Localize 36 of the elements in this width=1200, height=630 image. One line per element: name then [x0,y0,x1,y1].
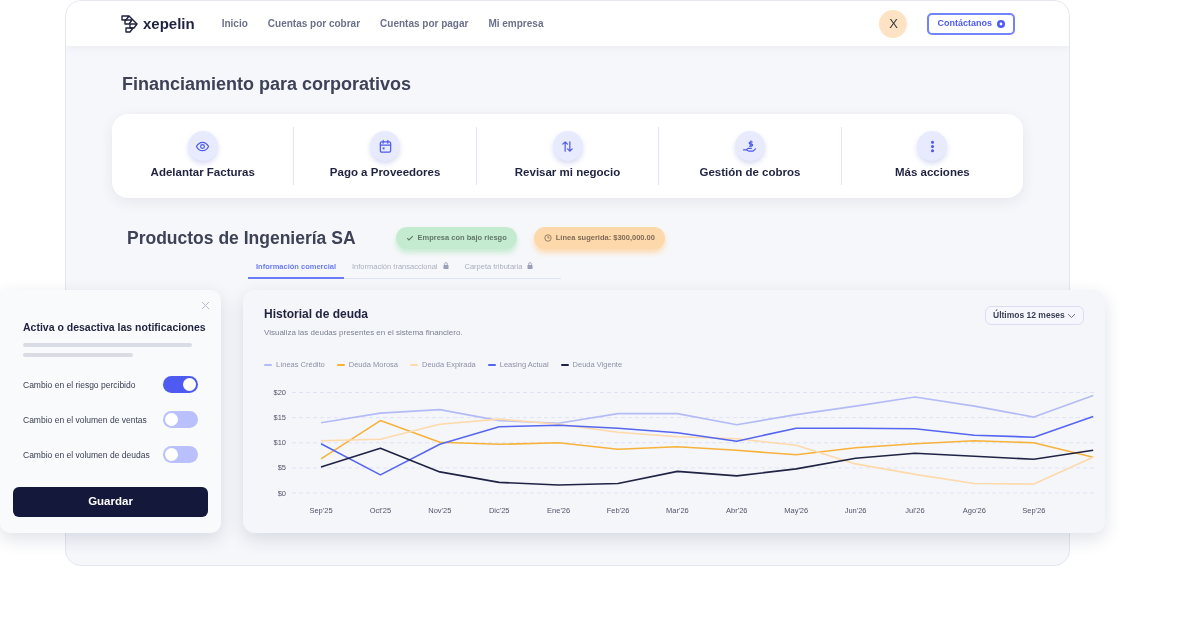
chevron-down-icon [1067,312,1076,319]
card-title: Historial de deuda [264,306,369,322]
contact-button[interactable]: Contáctanos [927,12,1015,35]
company-name: Productos de Ingeniería SA [127,227,356,249]
nav-link[interactable]: Inicio [221,17,248,30]
setting-label: Cambio en el riesgo percibido [23,378,136,391]
logo-text: xepelin [143,14,195,33]
hand-dollar-icon [734,131,765,161]
vertical-dots-icon [917,131,948,161]
action-button[interactable]: Pago a Proveedores [294,114,476,198]
toggle-switch[interactable] [163,446,198,463]
nav-link[interactable]: Cuentas por cobrar [267,17,361,30]
panel-title: Activa o desactiva las notificaciones [23,320,206,334]
toggle-switch[interactable] [163,411,198,428]
toggle-switch[interactable] [163,376,198,393]
eye-icon [187,131,218,161]
setting-label: Cambio en el volumen de ventas [23,413,147,426]
logo-icon [121,14,138,33]
close-icon[interactable] [201,301,210,310]
setting-label: Cambio en el volumen de deudas [23,448,150,461]
up-down-arrows-icon [552,131,583,161]
action-button[interactable]: Revisar mi negocio [476,114,659,198]
dot-icon [997,19,1005,28]
nav-link[interactable]: Cuentas por pagar [380,17,469,30]
clock-icon [543,234,552,242]
save-button[interactable]: Guardar [13,487,208,517]
card-subtitle: Visualiza las deudas presentes en el sistema financiero. [264,328,463,338]
period-dropdown[interactable]: Últimos 12 meses [985,306,1084,325]
nav-link[interactable]: Mi empresa [488,17,544,30]
action-button[interactable]: Más acciones [841,114,1024,198]
calendar-icon [370,131,401,161]
action-button[interactable]: Adelantar Facturas [112,114,294,198]
check-icon [405,234,414,242]
avatar[interactable]: X [879,9,908,38]
page-title: Financiamiento para corporativos [122,73,412,95]
action-button[interactable]: Gestión de cobros [659,114,841,198]
